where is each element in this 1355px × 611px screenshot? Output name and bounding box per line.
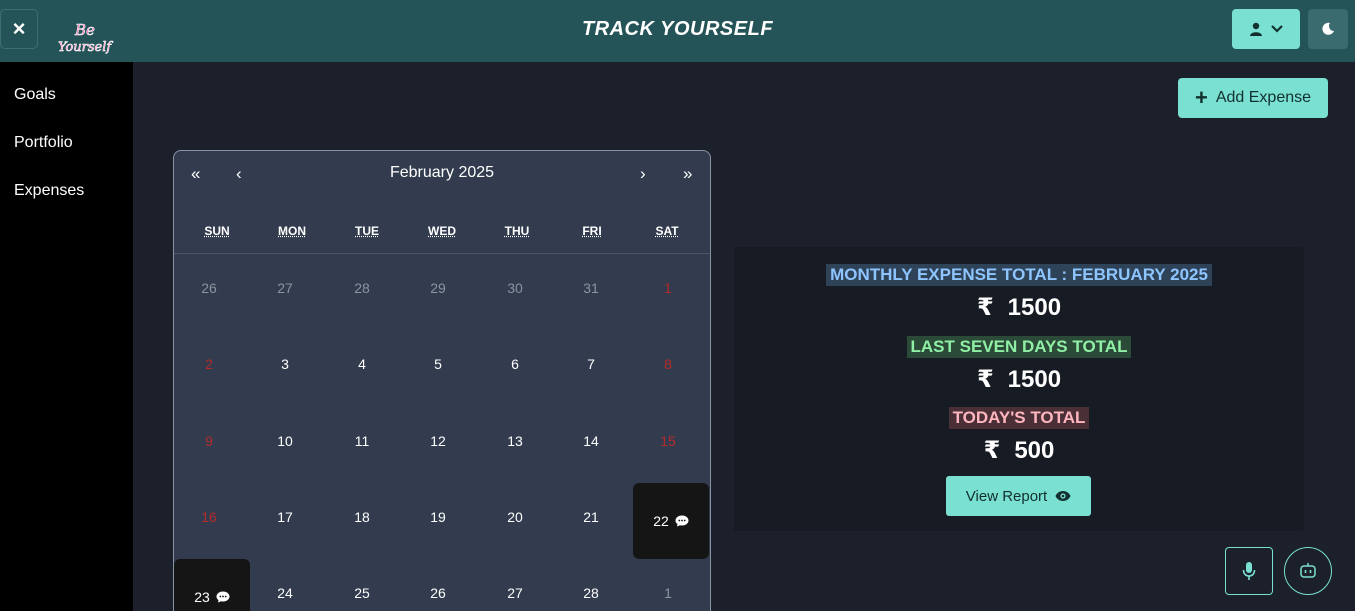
calendar-day[interactable]: 18 — [324, 479, 400, 555]
calendar-day[interactable]: 28 — [324, 250, 400, 326]
calendar-day[interactable]: 12 — [400, 403, 476, 479]
calendar-day[interactable]: 20 — [477, 479, 553, 555]
rupee-icon: ₹ — [983, 437, 1001, 464]
microphone-icon — [1242, 562, 1256, 580]
seven-days-total-amount: ₹1500 — [734, 365, 1304, 394]
weekday-sat: SAT — [655, 224, 679, 238]
calendar-day[interactable]: 15 — [630, 403, 706, 479]
calendar-day[interactable]: 11 — [324, 403, 400, 479]
today-total-label: TODAY'S TOTAL — [948, 407, 1090, 429]
page-title: TRACK YOURSELF — [581, 18, 774, 40]
calendar-day[interactable]: 26 — [174, 250, 247, 326]
calendar-day[interactable]: 6 — [477, 326, 553, 402]
calendar-day-with-note[interactable]: 23 — [174, 559, 250, 611]
plus-icon: + — [1194, 85, 1208, 110]
calendar-day[interactable]: 28 — [553, 555, 629, 611]
calendar-day[interactable]: 24 — [247, 555, 323, 611]
calendar-day[interactable]: 1 — [630, 555, 706, 611]
calendar-day-with-note[interactable]: 22 — [633, 483, 709, 559]
calendar-next-year-button[interactable]: » — [683, 164, 692, 184]
calendar-day-number: 22 — [653, 513, 669, 529]
moon-icon — [1322, 22, 1334, 35]
calendar-day[interactable]: 7 — [553, 326, 629, 402]
add-expense-button[interactable]: + Add Expense — [1178, 78, 1328, 118]
voice-input-button[interactable] — [1225, 547, 1273, 595]
weekday-mon: MON — [278, 224, 306, 238]
calendar-day[interactable]: 1 — [630, 250, 706, 326]
theme-toggle-button[interactable] — [1308, 9, 1348, 49]
calendar-day-number: 23 — [194, 589, 210, 605]
calendar-next-month-button[interactable]: › — [640, 164, 646, 184]
eye-icon — [1055, 491, 1071, 501]
today-total-amount: ₹500 — [734, 436, 1304, 465]
weekday-fri: FRI — [582, 224, 602, 238]
logo-text-yourself: Yourself — [58, 40, 113, 55]
rupee-icon: ₹ — [976, 294, 994, 321]
calendar-day[interactable]: 19 — [400, 479, 476, 555]
calendar-day[interactable]: 26 — [400, 555, 476, 611]
calendar-day[interactable]: 14 — [553, 403, 629, 479]
view-report-label: View Report — [965, 487, 1048, 505]
calendar-title[interactable]: February 2025 — [174, 164, 710, 182]
calendar-day[interactable]: 31 — [553, 250, 629, 326]
calendar-day[interactable]: 8 — [630, 326, 706, 402]
calendar: « ‹ February 2025 › » SUN MON TUE WED TH… — [173, 150, 711, 611]
monthly-total-amount: ₹1500 — [734, 293, 1304, 322]
calendar-day[interactable]: 5 — [400, 326, 476, 402]
calendar-day[interactable]: 9 — [174, 403, 247, 479]
today-amount-value: 500 — [1014, 437, 1055, 464]
user-menu-button[interactable] — [1232, 9, 1300, 49]
weekday-thu: THU — [504, 224, 530, 238]
calendar-day[interactable]: 17 — [247, 479, 323, 555]
calendar-day[interactable]: 29 — [400, 250, 476, 326]
seven-days-total-label: LAST SEVEN DAYS TOTAL — [906, 336, 1132, 358]
add-expense-label: Add Expense — [1215, 89, 1312, 106]
calendar-day[interactable]: 10 — [247, 403, 323, 479]
rupee-icon: ₹ — [976, 366, 994, 393]
user-icon — [1250, 22, 1262, 36]
robot-icon — [1300, 563, 1316, 578]
calendar-day[interactable]: 2 — [174, 326, 247, 402]
comment-icon — [675, 515, 689, 527]
calendar-day[interactable]: 30 — [477, 250, 553, 326]
calendar-day[interactable]: 25 — [324, 555, 400, 611]
calendar-day[interactable]: 27 — [477, 555, 553, 611]
sidebar: Goals Portfolio Expenses — [0, 62, 133, 611]
chatbot-button[interactable] — [1284, 547, 1332, 595]
weekday-tue: TUE — [355, 224, 379, 238]
comment-icon — [216, 591, 230, 603]
monthly-total-label: MONTHLY EXPENSE TOTAL : FEBRUARY 2025 — [826, 264, 1212, 286]
weekday-sun: SUN — [204, 224, 230, 238]
sidebar-item-goals[interactable]: Goals — [14, 86, 56, 104]
chevron-down-icon — [1271, 25, 1283, 33]
top-bar: × Be Yourself TRACK YOURSELF — [0, 0, 1355, 62]
calendar-day[interactable]: 13 — [477, 403, 553, 479]
weekday-wed: WED — [428, 224, 456, 238]
monthly-amount-value: 1500 — [1007, 294, 1062, 321]
calendar-day[interactable]: 21 — [553, 479, 629, 555]
sidebar-item-expenses[interactable]: Expenses — [14, 182, 84, 200]
calendar-day[interactable]: 27 — [247, 250, 323, 326]
calendar-day[interactable]: 4 — [324, 326, 400, 402]
calendar-day[interactable]: 3 — [247, 326, 323, 402]
calendar-day[interactable]: 16 — [174, 479, 247, 555]
view-report-button[interactable]: View Report — [946, 476, 1091, 516]
sidebar-item-portfolio[interactable]: Portfolio — [14, 134, 73, 152]
seven-days-amount-value: 1500 — [1007, 366, 1062, 393]
